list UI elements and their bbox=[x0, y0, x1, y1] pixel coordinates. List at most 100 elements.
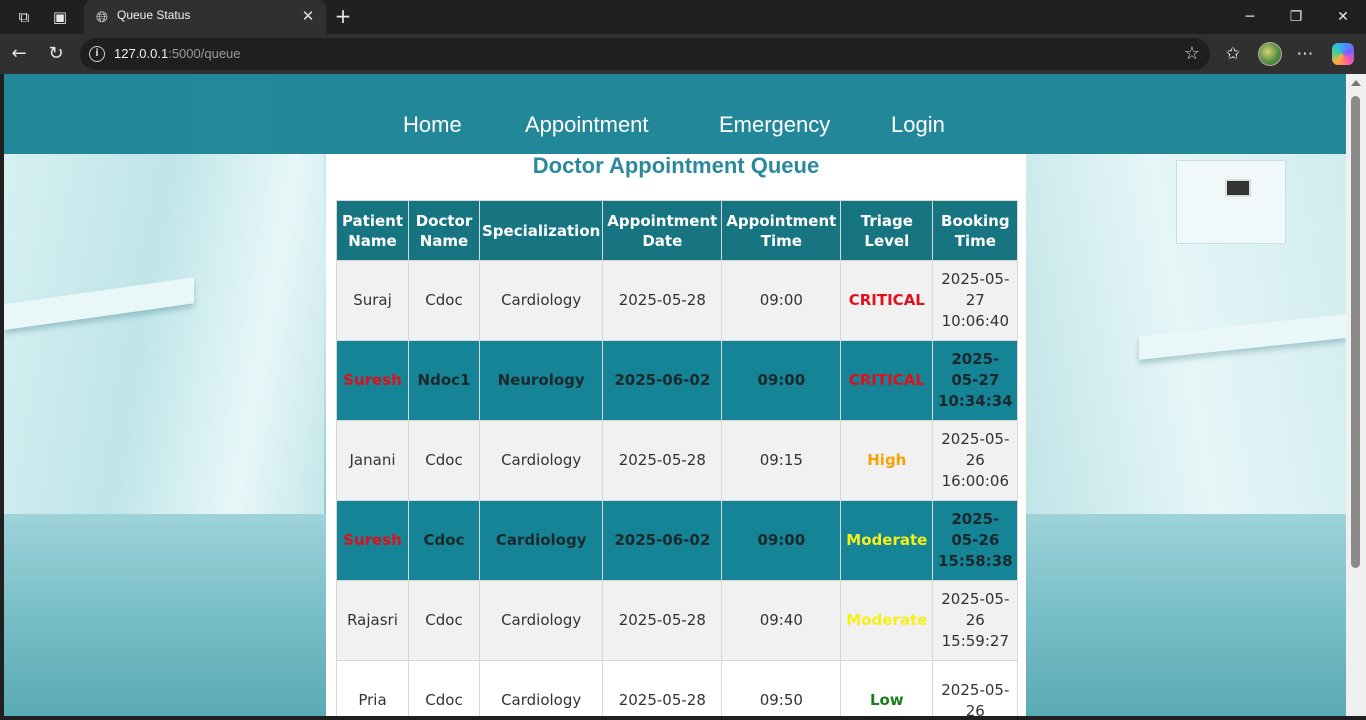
workspaces-icon[interactable]: ⧉ bbox=[14, 7, 34, 27]
page-viewport: Home Appointment Emergency Login Doctor … bbox=[4, 74, 1346, 716]
table-row: Janani Cdoc Cardiology 2025-05-28 09:15 High 2… bbox=[336, 420, 1019, 501]
cell-booking-time: 2025-05- 26 bbox=[932, 660, 1019, 717]
cell-triage-level: CRITICAL bbox=[840, 340, 934, 421]
cell-specialization: Cardiology bbox=[478, 660, 604, 716]
cell-appointment-time: 09:40 bbox=[721, 580, 842, 661]
table-row: Suresh Cdoc Cardiology 2025-06-02 09:00 Moder… bbox=[336, 500, 1019, 581]
cell-triage-level: High bbox=[840, 420, 934, 501]
booking-time-line: 2025-05- bbox=[941, 430, 1010, 448]
queue-panel: Doctor Appointment Queue Patient Name Doc… bbox=[326, 154, 1026, 716]
col-header-triage: Triage Level bbox=[840, 200, 934, 261]
restore-icon[interactable]: ❐ bbox=[1285, 6, 1307, 28]
window-close-icon[interactable]: ✕ bbox=[1332, 6, 1354, 28]
cell-appointment-time: 09:00 bbox=[721, 340, 842, 421]
cell-patient-name: Janani bbox=[336, 420, 409, 501]
cell-specialization: Cardiology bbox=[478, 580, 604, 661]
page-title: Doctor Appointment Queue bbox=[532, 153, 820, 178]
table-row: Suraj Cdoc Cardiology 2025-05-28 09:00 CRITIC… bbox=[336, 260, 1019, 341]
booking-time-line: 05-26 bbox=[951, 531, 1000, 549]
cell-booking-time: 2025-05- 26 15:59:27 bbox=[932, 580, 1019, 661]
booking-time-line: 26 bbox=[965, 611, 985, 629]
cell-triage-level: Low bbox=[840, 660, 934, 716]
booking-time-line: 2025-05- bbox=[941, 680, 1010, 699]
cell-doctor-name: Cdoc bbox=[408, 420, 480, 501]
booking-time-line: 26 bbox=[965, 701, 985, 717]
table-header-row: Patient Name Doctor Name Specialization Ap… bbox=[336, 200, 1019, 261]
cell-booking-time: 2025- 05-27 10:34:34 bbox=[932, 340, 1019, 421]
favorites-icon[interactable]: ✩ bbox=[1222, 43, 1244, 65]
site-info-icon[interactable]: i bbox=[89, 46, 105, 62]
cell-triage-level: Moderate bbox=[840, 580, 934, 661]
scrollbar-thumb[interactable] bbox=[1351, 96, 1360, 568]
booking-time-line: 2025-05- bbox=[941, 270, 1010, 288]
booking-time-line: 10:06:40 bbox=[941, 312, 1009, 330]
cell-specialization: Cardiology bbox=[478, 500, 604, 581]
queue-table: Patient Name Doctor Name Specialization Ap… bbox=[336, 200, 1019, 717]
col-header-doctor: Doctor Name bbox=[408, 200, 480, 261]
col-header-appt-time: Appointment Time bbox=[721, 200, 842, 261]
tab-title: Queue Status bbox=[117, 8, 191, 22]
more-icon[interactable]: ⋯ bbox=[1294, 43, 1316, 65]
col-header-appt-date: Appointment Date bbox=[602, 200, 723, 261]
back-icon[interactable]: ← bbox=[8, 43, 30, 65]
cell-booking-time: 2025-05- 27 10:06:40 bbox=[932, 260, 1019, 341]
table-row: Rajasri Cdoc Cardiology 2025-05-28 09:40 Mode… bbox=[336, 580, 1019, 661]
cell-appointment-time: 09:00 bbox=[721, 260, 842, 341]
nav-link-home[interactable]: Home bbox=[403, 112, 462, 138]
cell-triage-level: Moderate bbox=[840, 500, 934, 581]
cell-appointment-date: 2025-06-02 bbox=[602, 500, 723, 581]
plus-icon[interactable]: + bbox=[332, 5, 354, 27]
table-row: Pria Cdoc Cardiology 2025-05-28 09:50 Low 2025… bbox=[336, 660, 1019, 717]
cell-booking-time: 2025-05- 26 16:00:06 bbox=[932, 420, 1019, 501]
cell-appointment-date: 2025-05-28 bbox=[602, 420, 723, 501]
site-navbar: Home Appointment Emergency Login bbox=[4, 74, 1346, 154]
minimize-icon[interactable]: ─ bbox=[1239, 6, 1261, 28]
url-text[interactable]: 127.0.0.1:5000/queue bbox=[114, 46, 241, 61]
nav-link-appointment[interactable]: Appointment bbox=[525, 112, 649, 138]
booking-time-line: 2025-05- bbox=[941, 590, 1010, 608]
cell-patient-name: Rajasri bbox=[336, 580, 409, 661]
cell-patient-name: Pria bbox=[336, 660, 409, 716]
wall-cabinet bbox=[1176, 160, 1286, 244]
cell-patient-name: Suresh bbox=[336, 500, 409, 581]
refresh-icon[interactable]: ↻ bbox=[45, 43, 67, 65]
address-bar[interactable]: i 127.0.0.1:5000/queue ☆ bbox=[80, 38, 1210, 70]
cell-doctor-name: Ndoc1 bbox=[408, 340, 480, 421]
browser-toolbar: ← ↻ i 127.0.0.1:5000/queue ☆ ✩ ⋯ bbox=[0, 34, 1366, 74]
cell-doctor-name: Cdoc bbox=[408, 580, 480, 661]
cell-appointment-date: 2025-06-02 bbox=[602, 340, 723, 421]
globe-icon: 🌐︎ bbox=[95, 8, 108, 26]
cell-triage-level: CRITICAL bbox=[840, 260, 934, 341]
profile-avatar-icon[interactable] bbox=[1258, 42, 1282, 66]
booking-time-line: 26 bbox=[965, 451, 985, 469]
cell-specialization: Cardiology bbox=[478, 260, 604, 341]
booking-time-line: 27 bbox=[965, 291, 985, 309]
col-header-patient: Patient Name bbox=[336, 200, 409, 261]
col-header-specialization: Specialization bbox=[478, 200, 604, 261]
page-scrollbar[interactable] bbox=[1346, 74, 1366, 716]
cell-patient-name: Suresh bbox=[336, 340, 409, 421]
booking-time-line: 05-27 bbox=[951, 371, 1000, 389]
window-bottom-edge bbox=[0, 716, 1366, 720]
booking-time-line: 2025- bbox=[951, 510, 1000, 528]
cell-patient-name: Suraj bbox=[336, 260, 409, 341]
browser-tab[interactable]: 🌐︎ Queue Status ✕ bbox=[84, 0, 326, 34]
cell-appointment-time: 09:15 bbox=[721, 420, 842, 501]
booking-time-line: 16:00:06 bbox=[941, 472, 1009, 490]
cell-appointment-time: 09:00 bbox=[721, 500, 842, 581]
close-icon[interactable]: ✕ bbox=[298, 6, 318, 26]
browser-title-bar: ⧉ ▣ 🌐︎ Queue Status ✕ + ─ ❐ ✕ bbox=[0, 0, 1366, 34]
nav-link-emergency[interactable]: Emergency bbox=[719, 112, 830, 138]
cell-appointment-date: 2025-05-28 bbox=[602, 660, 723, 716]
booking-time-line: 15:59:27 bbox=[941, 632, 1009, 650]
favorite-star-icon[interactable]: ☆ bbox=[1184, 43, 1200, 64]
vertical-tabs-icon[interactable]: ▣ bbox=[50, 7, 70, 27]
col-header-booking: Booking Time bbox=[932, 200, 1019, 261]
scroll-up-arrow-icon[interactable] bbox=[1351, 80, 1361, 86]
table-row: Suresh Ndoc1 Neurology 2025-06-02 09:00 CRITI… bbox=[336, 340, 1019, 421]
cell-specialization: Neurology bbox=[478, 340, 604, 421]
cell-doctor-name: Cdoc bbox=[408, 260, 480, 341]
cell-specialization: Cardiology bbox=[478, 420, 604, 501]
nav-link-login[interactable]: Login bbox=[891, 112, 945, 138]
copilot-icon[interactable] bbox=[1332, 43, 1354, 65]
